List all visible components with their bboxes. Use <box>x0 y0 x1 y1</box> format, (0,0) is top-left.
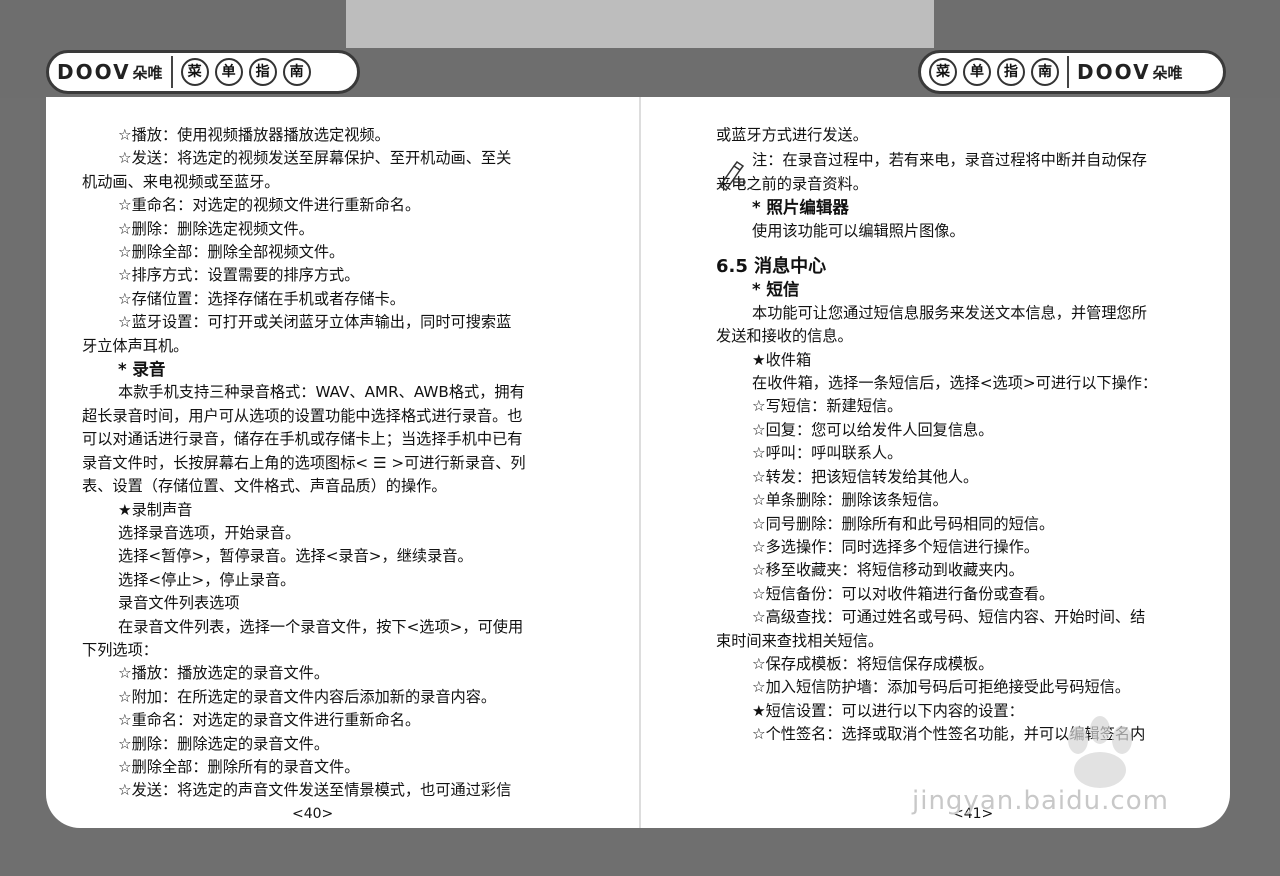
text-line: 或蓝牙方式进行发送。 <box>716 126 868 144</box>
menu-char: 南 <box>282 58 311 86</box>
text-line: ☆附加：在所选定的录音文件内容后添加新的录音内容。 <box>118 687 497 706</box>
text-line: ☆重命名：对选定的录音文件进行重新命名。 <box>118 711 421 730</box>
text-line: ☆删除：删除选定的录音文件。 <box>118 734 330 753</box>
text-line: 来电之前的录音资料。 <box>716 174 868 193</box>
subsection-heading: * 录音 <box>118 360 166 380</box>
watermark-text: jingyan.baidu.com <box>912 786 1169 816</box>
note-pencil-icon <box>718 160 746 192</box>
text-line: ☆删除全部：删除所有的录音文件。 <box>118 757 360 776</box>
menu-char: 单 <box>214 58 243 86</box>
text-line: ☆发送：将选定的视频发送至屏幕保护、至开机动画、至关 <box>118 149 512 168</box>
menu-guide-title: 菜 单 指 南 <box>173 58 319 86</box>
text-line: 选择<停止>，停止录音。 <box>118 570 296 589</box>
text-line: ☆排序方式：设置需要的排序方式。 <box>118 266 360 285</box>
text-line: ☆蓝牙设置：可打开或关闭蓝牙立体声输出，同时可搜索蓝 <box>118 313 512 332</box>
logo-text: DOOV <box>1077 60 1151 84</box>
text-line: 束时间来查找相关短信。 <box>716 631 884 650</box>
text-line: 机动画、来电视频或至蓝牙。 <box>82 172 280 191</box>
text-line: 选择<暂停>，暂停录音。选择<录音>，继续录音。 <box>118 547 473 566</box>
text-line: 本功能可让您通过短信息服务来发送文本信息，并管理您所 <box>752 303 1147 322</box>
text-line: 可以对通话进行录音，储存在手机或存储卡上；当选择手机中已有 <box>82 430 523 449</box>
doov-logo: DOOV 朵唯 <box>1069 53 1191 91</box>
text-line: ☆播放：使用视频播放器播放选定视频。 <box>118 126 390 144</box>
text-line: 录音文件列表选项 <box>118 594 240 613</box>
text-line <box>716 243 1198 245</box>
menu-char: 单 <box>963 58 991 86</box>
text-line: 本款手机支持三种录音格式：WAV、AMR、AWB格式，拥有 <box>118 383 525 402</box>
menu-char: 指 <box>997 58 1025 86</box>
text-line: 录音文件时，长按屏幕右上角的选项图标< ☰ >可进行新录音、列 <box>82 453 526 472</box>
text-line: 注：在录音过程中，若有来电，录音过程将中断并自动保存 <box>752 151 1147 170</box>
text-line: ☆播放：播放选定的录音文件。 <box>118 664 330 683</box>
menu-char: 南 <box>1031 58 1059 86</box>
text-line: ★短信设置：可以进行以下内容的设置： <box>752 701 1024 720</box>
text-line: ☆发送：将选定的声音文件发送至情景模式，也可通过彩信 <box>118 781 512 800</box>
text-line: ☆保存成模板：将短信保存成模板。 <box>752 654 994 673</box>
text-line: ☆写短信：新建短信。 <box>752 397 903 416</box>
text-line: ★录制声音 <box>118 500 193 519</box>
text-line: ★收件箱 <box>752 350 812 369</box>
text-line: ☆移至收藏夹：将短信移动到收藏夹内。 <box>752 561 1024 580</box>
text-line: ☆删除全部：删除全部视频文件。 <box>118 243 345 262</box>
header-band-light <box>346 0 934 48</box>
left-page-text: ☆播放：使用视频播放器播放选定视频。 ☆发送：将选定的视频发送至屏幕保护、至开机动… <box>82 124 564 803</box>
text-line: 表、设置（存储位置、文件格式、声音品质）的操作。 <box>82 477 447 496</box>
logo-text: DOOV <box>57 60 131 84</box>
text-line: ☆个性签名：选择或取消个性签名功能，并可以编辑签名内 <box>752 725 1146 744</box>
left-header: DOOV 朵唯 菜 单 指 南 <box>46 50 360 94</box>
text-line: ☆多选操作：同时选择多个短信进行操作。 <box>752 537 1039 556</box>
text-line: ☆呼叫：呼叫联系人。 <box>752 444 903 463</box>
subsection-heading: * 短信 <box>752 280 800 300</box>
text-line: ☆重命名：对选定的视频文件进行重新命名。 <box>118 196 421 215</box>
doov-logo: DOOV 朵唯 <box>49 53 171 91</box>
menu-char: 指 <box>248 58 277 86</box>
right-page-text: 或蓝牙方式进行发送。 注：在录音过程中，若有来电，录音过程将中断并自动保存来电之… <box>716 124 1198 747</box>
section-heading: 6.5 消息中心 <box>716 256 827 278</box>
text-line: ☆单条删除：删除该条短信。 <box>752 491 948 510</box>
subsection-heading: * 照片编辑器 <box>752 198 849 218</box>
text-line: ☆短信备份：可以对收件箱进行备份或查看。 <box>752 584 1055 603</box>
text-line: ☆转发：把该短信转发给其他人。 <box>752 467 979 486</box>
text-line: 下列选项： <box>82 640 158 659</box>
page-gutter <box>639 97 641 828</box>
text-line: ☆同号删除：删除所有和此号码相同的短信。 <box>752 514 1055 533</box>
text-line: 在收件箱，选择一条短信后，选择<选项>可进行以下操作： <box>752 374 1158 393</box>
menu-guide-title: 菜 单 指 南 <box>921 58 1067 86</box>
text-line: ☆删除：删除选定视频文件。 <box>118 219 314 238</box>
text-line: 在录音文件列表，选择一个录音文件，按下<选项>，可使用 <box>118 617 524 636</box>
menu-char: 菜 <box>929 58 957 86</box>
text-line: 选择录音选项，开始录音。 <box>118 523 301 542</box>
page-number-left: <40> <box>292 806 334 822</box>
text-line: ☆存储位置：选择存储在手机或者存储卡。 <box>118 289 405 308</box>
text-line: 发送和接收的信息。 <box>716 327 853 346</box>
text-line: ☆加入短信防护墙：添加号码后可拒绝接受此号码短信。 <box>752 678 1131 697</box>
menu-char: 菜 <box>180 58 209 86</box>
text-line: 超长录音时间，用户可从选项的设置功能中选择格式进行录音。也 <box>82 406 523 425</box>
right-header: 菜 单 指 南 DOOV 朵唯 <box>918 50 1226 94</box>
text-line: ☆回复：您可以给发件人回复信息。 <box>752 420 994 439</box>
logo-cn: 朵唯 <box>1152 63 1183 82</box>
logo-cn: 朵唯 <box>132 63 163 82</box>
text-line: 牙立体声耳机。 <box>82 336 189 355</box>
text-line: ☆高级查找：可通过姓名或号码、短信内容、开始时间、结 <box>752 608 1146 627</box>
text-line: 使用该功能可以编辑照片图像。 <box>752 221 965 240</box>
